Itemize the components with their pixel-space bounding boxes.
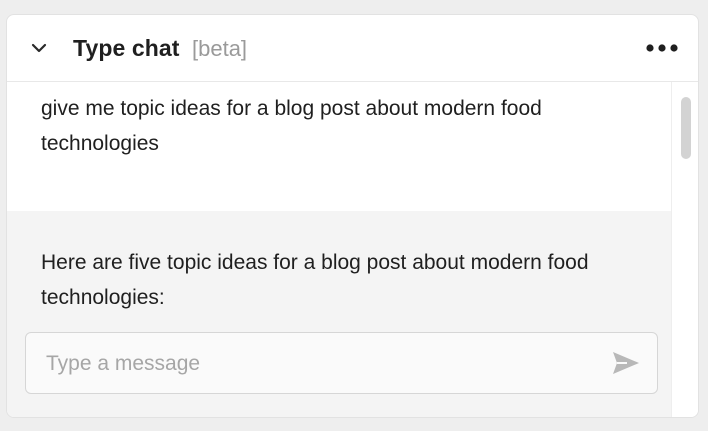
scrollbar[interactable] bbox=[671, 82, 698, 417]
beta-badge: [beta] bbox=[192, 36, 248, 61]
message-composer bbox=[25, 332, 658, 394]
send-icon bbox=[613, 352, 639, 374]
send-button[interactable] bbox=[611, 349, 641, 377]
message-input[interactable] bbox=[44, 347, 608, 381]
user-message: give me topic ideas for a blog post abou… bbox=[7, 91, 671, 161]
chat-header: Type chat [beta] bbox=[7, 15, 698, 82]
more-options-button[interactable] bbox=[644, 39, 680, 57]
more-horizontal-icon bbox=[646, 44, 678, 52]
type-chat-panel: Type chat [beta] give me topic ideas for… bbox=[6, 14, 699, 418]
panel-title: Type chat bbox=[73, 35, 180, 61]
scrollbar-thumb[interactable] bbox=[681, 97, 691, 159]
collapse-button[interactable] bbox=[27, 36, 51, 60]
assistant-message-text: Here are five topic ideas for a blog pos… bbox=[41, 251, 589, 309]
chevron-down-icon bbox=[31, 43, 47, 53]
